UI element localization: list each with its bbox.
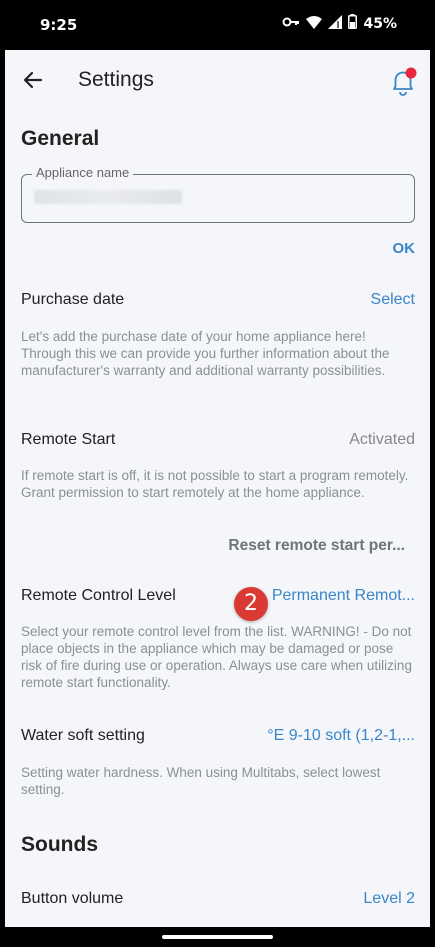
water-soft-label: Water soft setting: [21, 727, 145, 744]
notification-dot: [405, 67, 417, 79]
remote-control-level-description: Select your remote control level from th…: [21, 624, 412, 690]
appliance-name-label: Appliance name: [32, 165, 134, 180]
app-bar: Settings: [5, 50, 430, 112]
notifications-button[interactable]: [388, 65, 418, 97]
purchase-date-label: Purchase date: [21, 291, 125, 308]
section-sounds-title: Sounds: [21, 833, 98, 856]
remote-start-label: Remote Start: [21, 431, 116, 448]
water-soft-select[interactable]: °E 9-10 soft (1,2-1,...: [267, 727, 415, 745]
remote-start-description: If remote start is off, it is not possib…: [21, 468, 409, 500]
key-icon: [282, 15, 300, 33]
page-title: Settings: [78, 68, 154, 91]
ok-button[interactable]: OK: [393, 240, 416, 257]
appliance-name-value-redacted: [34, 190, 182, 204]
remote-start-status[interactable]: Activated: [349, 431, 415, 449]
button-volume-label: Button volume: [21, 890, 124, 907]
back-button[interactable]: [21, 68, 45, 92]
status-bar: 9:25 45%: [0, 0, 435, 50]
battery-percent: 45%: [363, 16, 397, 32]
button-volume-select[interactable]: Level 2: [363, 890, 415, 908]
reset-remote-start-button[interactable]: Reset remote start per...: [228, 537, 405, 555]
home-gesture-handle[interactable]: [162, 935, 273, 939]
status-time: 9:25: [40, 16, 78, 34]
arrow-left-icon: [23, 71, 43, 89]
step-number-badge: 2: [234, 587, 268, 621]
battery-icon: [348, 14, 358, 34]
appliance-name-field[interactable]: Appliance name: [21, 165, 415, 223]
status-icons: 45%: [282, 14, 397, 34]
signal-icon: [328, 14, 343, 34]
remote-control-level-select[interactable]: Permanent Remot...: [272, 587, 415, 605]
settings-screen: Settings General Appliance name OK Purch…: [5, 50, 430, 927]
purchase-date-select[interactable]: Select: [371, 291, 415, 309]
system-nav-bar: [0, 927, 435, 947]
bell-icon: [393, 67, 417, 96]
purchase-date-description: Let's add the purchase date of your home…: [21, 329, 390, 378]
section-general-title: General: [21, 127, 100, 150]
wifi-icon: [306, 15, 323, 34]
water-soft-description: Setting water hardness. When using Multi…: [21, 765, 381, 797]
remote-control-level-label: Remote Control Level: [21, 587, 176, 604]
